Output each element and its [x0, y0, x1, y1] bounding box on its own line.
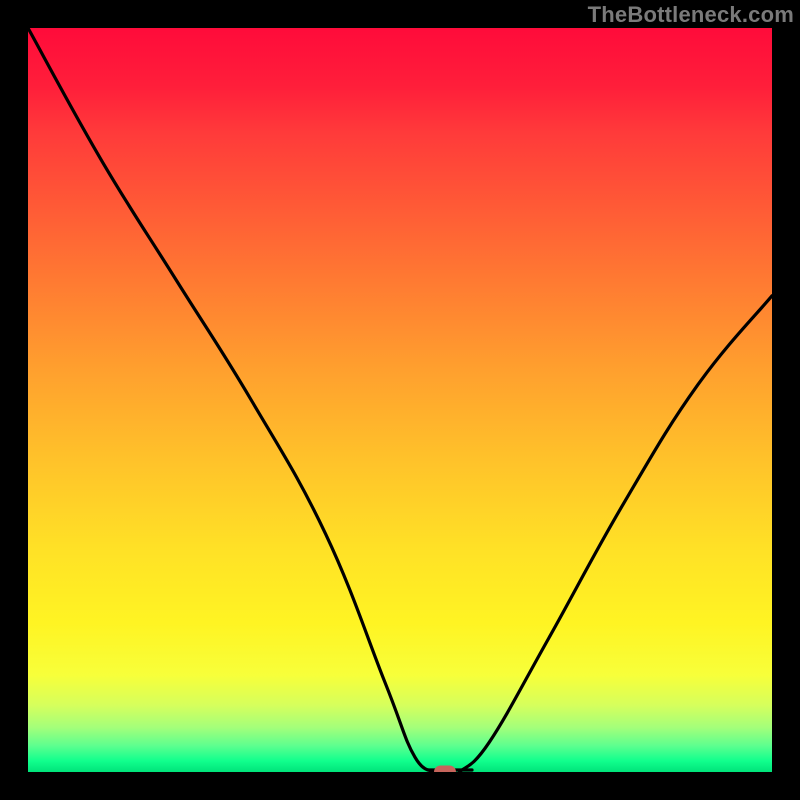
- chart-frame: TheBottleneck.com: [0, 0, 800, 800]
- bottleneck-curve: [28, 28, 772, 772]
- curve-left-branch: [28, 28, 437, 772]
- watermark-text: TheBottleneck.com: [588, 2, 794, 28]
- curve-right-branch: [460, 296, 773, 772]
- minimum-marker: [434, 766, 456, 773]
- plot-area: [28, 28, 772, 772]
